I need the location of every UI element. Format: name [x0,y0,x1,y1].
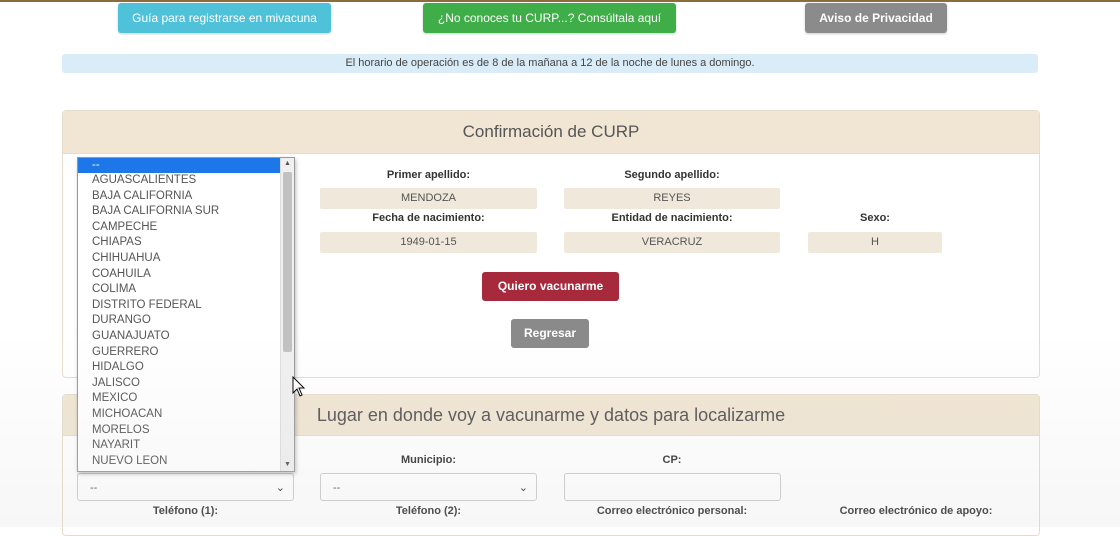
cp-label: CP: [662,454,682,466]
scroll-up-icon[interactable]: ▲ [281,158,294,170]
estado-option[interactable]: DURANGO [78,313,280,329]
dropdown-scrollbar[interactable]: ▲ ▼ [280,158,294,471]
telefono1-label: Teléfono (1): [152,505,219,517]
top-border [0,0,1120,2]
primer-apellido-label: Primer apellido: [386,169,471,181]
estado-option[interactable]: MICHOACAN [78,407,280,423]
telefono2-label: Teléfono (2): [395,505,462,517]
chevron-down-icon: ⌄ [275,482,285,494]
estado-options: -- AGUASCALIENTES BAJA CALIFORNIA BAJA CALI… [78,158,280,469]
estado-option[interactable]: HIDALGO [78,360,280,376]
guia-registro-button[interactable]: Guía para registrarse en mivacuna [118,3,331,33]
correo-personal-label: Correo electrónico personal: [596,505,748,517]
primer-apellido-value: MENDOZA [320,188,537,209]
regresar-button[interactable]: Regresar [511,319,589,348]
segundo-apellido-value: REYES [564,188,780,209]
estado-option[interactable]: NAYARIT [78,438,280,454]
entidad-nacimiento-label: Entidad de nacimiento: [611,212,733,224]
estado-option[interactable]: CHIAPAS [78,235,280,251]
estado-dropdown-list[interactable]: -- AGUASCALIENTES BAJA CALIFORNIA BAJA CALI… [77,157,295,472]
chevron-down-icon: ⌄ [518,482,528,494]
cp-input[interactable] [564,473,781,501]
curp-panel-title: Confirmación de CURP [63,111,1039,154]
municipio-select[interactable]: -- ⌄ [320,473,537,501]
mouse-cursor-icon [292,376,306,397]
estado-option[interactable]: CAMPECHE [78,220,280,236]
estado-select[interactable]: -- ⌄ [77,473,294,501]
estado-option[interactable]: MORELOS [78,423,280,439]
hours-notice: El horario de operación es de 8 de la ma… [62,54,1038,73]
estado-option[interactable]: JALISCO [78,376,280,392]
estado-option[interactable]: GUERRERO [78,345,280,361]
aviso-privacidad-button[interactable]: Aviso de Privacidad [805,3,947,33]
correo-apoyo-label: Correo electrónico de apoyo: [839,505,993,517]
scroll-down-icon[interactable]: ▼ [281,459,294,471]
estado-select-value: -- [90,482,98,494]
estado-option[interactable]: AGUASCALIENTES [78,173,280,189]
estado-option[interactable]: MEXICO [78,391,280,407]
estado-option[interactable]: COLIMA [78,282,280,298]
quiero-vacunarme-button[interactable]: Quiero vacunarme [482,272,619,301]
fecha-nacimiento-label: Fecha de nacimiento: [372,212,485,224]
estado-option[interactable]: CHIHUAHUA [78,251,280,267]
estado-option[interactable]: GUANAJUATO [78,329,280,345]
sexo-value: H [808,232,942,253]
estado-option[interactable]: BAJA CALIFORNIA SUR [78,204,280,220]
municipio-label: Municipio: [401,454,456,466]
sexo-label: Sexo: [860,212,890,224]
estado-option[interactable]: BAJA CALIFORNIA [78,189,280,205]
estado-option[interactable]: NUEVO LEON [78,454,280,470]
entidad-nacimiento-value: VERACRUZ [564,232,780,253]
segundo-apellido-label: Segundo apellido: [624,169,720,181]
municipio-select-value: -- [333,482,341,494]
fecha-nacimiento-value: 1949-01-15 [320,232,537,253]
estado-option[interactable]: DISTRITO FEDERAL [78,298,280,314]
estado-option[interactable]: COAHUILA [78,267,280,283]
scrollbar-thumb[interactable] [283,172,292,352]
consulta-curp-button[interactable]: ¿No conoces tu CURP...? Consúltala aquí [423,3,676,33]
estado-option[interactable]: -- [78,158,280,173]
